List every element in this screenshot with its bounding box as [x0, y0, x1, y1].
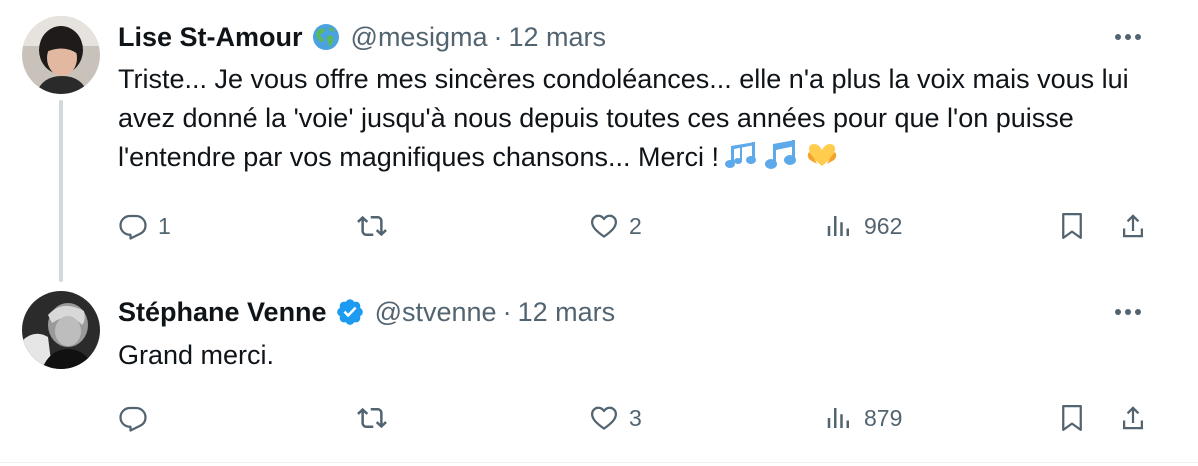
user-handle[interactable]: @mesigma — [351, 22, 488, 53]
views-button[interactable]: 879 — [824, 398, 902, 438]
notes-icon — [724, 140, 759, 181]
analytics-icon — [824, 211, 854, 241]
divider — [0, 462, 1198, 463]
bookmark-button[interactable] — [1057, 398, 1087, 438]
retweet-icon — [356, 403, 388, 433]
globe-americas-icon — [311, 22, 341, 52]
reply-button[interactable]: 1 — [118, 206, 171, 246]
bookmark-icon — [1057, 211, 1087, 241]
share-button[interactable] — [1118, 206, 1148, 246]
reply-button[interactable] — [118, 398, 158, 438]
share-button[interactable] — [1118, 398, 1148, 438]
bookmark-icon — [1057, 403, 1087, 433]
tweet-header: Stéphane Venne @stvenne · 12 mars — [118, 292, 615, 332]
tweet-2[interactable]: Stéphane Venne @stvenne · 12 mars Grand … — [0, 276, 1198, 466]
like-button[interactable]: 2 — [589, 206, 642, 246]
avatar[interactable] — [22, 16, 100, 94]
like-count: 3 — [629, 404, 642, 431]
like-button[interactable]: 3 — [589, 398, 642, 438]
retweet-button[interactable] — [356, 206, 398, 246]
heart-icon — [589, 403, 619, 433]
separator-dot: · — [502, 296, 512, 327]
views-button[interactable]: 962 — [824, 206, 902, 246]
separator-dot: · — [493, 21, 503, 52]
tweet-date[interactable]: 12 mars — [508, 22, 606, 53]
reply-icon — [118, 211, 148, 241]
tweet-header: Lise St-Amour @mesigma · 12 mars — [118, 17, 606, 57]
heart-hands-icon — [805, 140, 839, 181]
avatar[interactable] — [22, 291, 100, 369]
view-count: 879 — [864, 404, 903, 431]
bookmark-button[interactable] — [1057, 206, 1087, 246]
reply-icon — [118, 403, 148, 433]
view-count: 962 — [864, 212, 903, 239]
music-note-icon — [764, 140, 799, 181]
verified-badge-icon — [335, 297, 365, 327]
display-name[interactable]: Lise St-Amour — [118, 22, 303, 53]
heart-icon — [589, 211, 619, 241]
retweet-icon — [356, 211, 388, 241]
share-icon — [1118, 211, 1148, 241]
tweet-text-content: Triste... Je vous offre mes sincères con… — [118, 64, 1129, 172]
more-options-icon[interactable] — [1108, 292, 1148, 332]
tweet-text: Grand merci. — [118, 340, 275, 370]
tweet-actions: 3 879 — [0, 398, 1198, 438]
tweet-1[interactable]: Lise St-Amour @mesigma · 12 mars Triste.… — [0, 0, 1198, 282]
tweet-actions: 1 2 962 — [0, 206, 1198, 246]
tweet-text: Triste... Je vous offre mes sincères con… — [118, 60, 1158, 181]
share-icon — [1118, 403, 1148, 433]
user-handle[interactable]: @stvenne — [375, 297, 497, 328]
tweet-date[interactable]: 12 mars — [518, 297, 616, 328]
display-name[interactable]: Stéphane Venne — [118, 297, 327, 328]
analytics-icon — [824, 403, 854, 433]
reply-count: 1 — [158, 212, 171, 239]
like-count: 2 — [629, 212, 642, 239]
more-options-icon[interactable] — [1108, 17, 1148, 57]
thread-line — [59, 100, 63, 282]
retweet-button[interactable] — [356, 398, 398, 438]
